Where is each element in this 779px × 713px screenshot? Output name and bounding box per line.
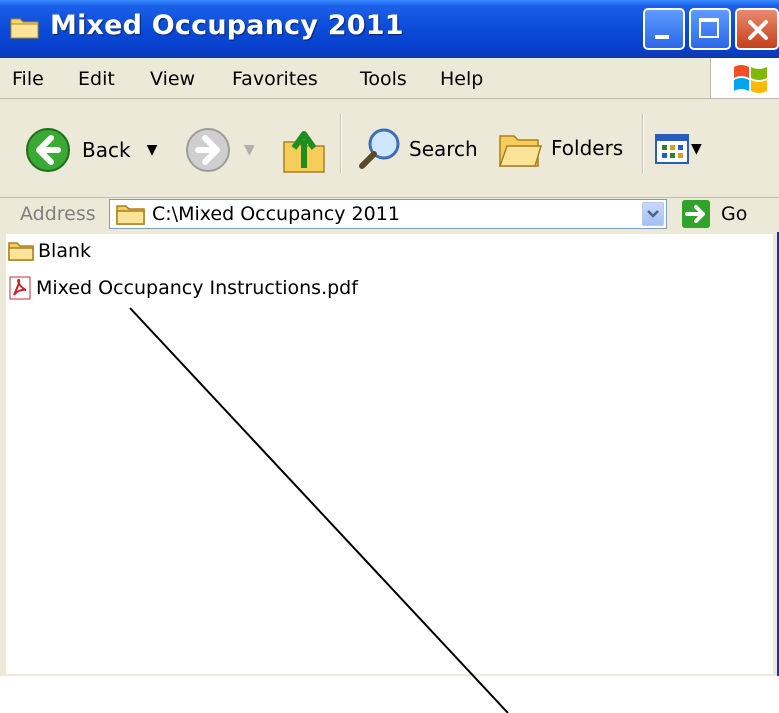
pointer-line [129, 307, 509, 713]
